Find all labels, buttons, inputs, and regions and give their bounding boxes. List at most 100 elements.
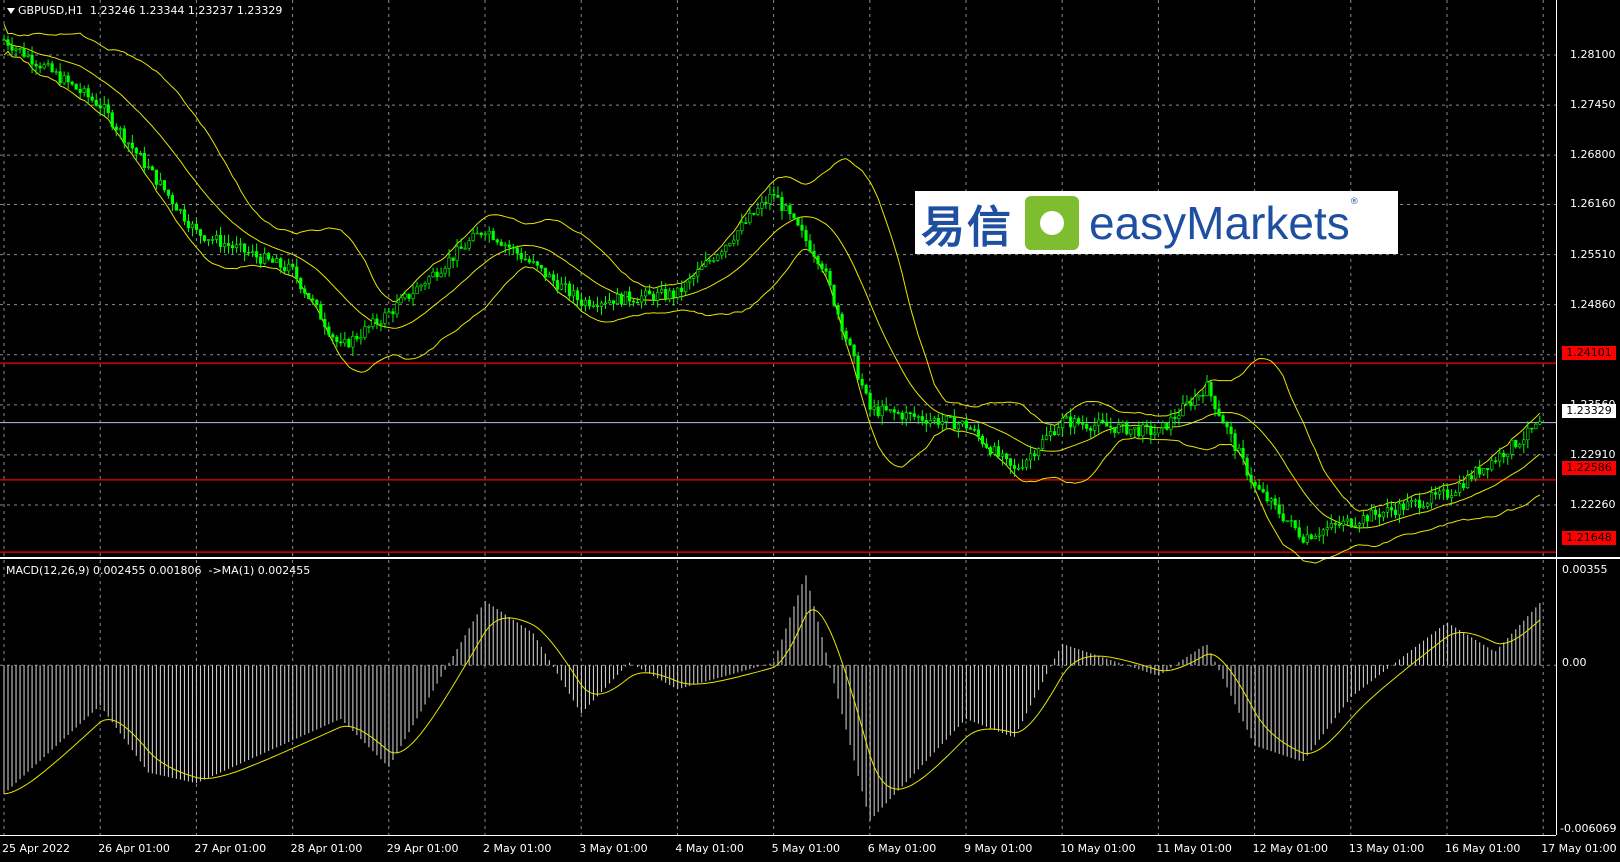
candle-body bbox=[230, 245, 235, 249]
candle-body bbox=[1177, 415, 1181, 419]
candle-body bbox=[1105, 421, 1109, 427]
candle-body bbox=[712, 260, 716, 262]
candle-body bbox=[1117, 424, 1121, 433]
candle-body bbox=[1057, 427, 1061, 436]
candle-body bbox=[828, 271, 832, 286]
candle-body bbox=[623, 291, 628, 305]
candle-body bbox=[170, 195, 175, 205]
candle-body bbox=[792, 213, 796, 219]
current-price-tag: 1.23329 bbox=[1562, 404, 1616, 418]
price-chart[interactable] bbox=[0, 0, 1620, 862]
candle-body bbox=[355, 335, 359, 340]
candle-body bbox=[311, 298, 315, 301]
candle-body bbox=[415, 286, 419, 294]
candle-body bbox=[740, 222, 744, 232]
candle-body bbox=[1433, 492, 1438, 495]
candle-body bbox=[956, 423, 960, 430]
candle-body bbox=[824, 268, 828, 272]
candle-body bbox=[118, 128, 122, 131]
candle-body bbox=[347, 339, 351, 348]
candle-body bbox=[1221, 415, 1225, 424]
candle-body bbox=[1229, 426, 1233, 434]
candle-body bbox=[1454, 492, 1458, 496]
candle-body bbox=[130, 142, 134, 149]
candle-body bbox=[38, 65, 42, 69]
candle-body bbox=[515, 247, 519, 254]
candle-body bbox=[1165, 422, 1169, 430]
candle-body bbox=[744, 222, 748, 224]
candle-body bbox=[202, 235, 207, 241]
time-axis-label: 12 May 01:00 bbox=[1252, 842, 1329, 855]
candle-body bbox=[383, 312, 387, 324]
candle-body bbox=[495, 239, 499, 243]
candle-body bbox=[1494, 460, 1498, 463]
candle-body bbox=[1341, 520, 1345, 526]
candle-body bbox=[988, 447, 993, 455]
price-axis-label: 1.26160 bbox=[1570, 197, 1616, 211]
candle-body bbox=[443, 268, 447, 274]
candle-body bbox=[676, 287, 680, 298]
candle-body bbox=[1089, 428, 1093, 431]
price-axis-label: 1.26800 bbox=[1570, 148, 1616, 162]
candle-body bbox=[66, 75, 70, 83]
candle-body bbox=[1337, 523, 1341, 526]
candle-body bbox=[110, 112, 114, 128]
candle-body bbox=[251, 251, 255, 253]
macd-axis-zero: 0.00 bbox=[1562, 656, 1587, 669]
candle-body bbox=[652, 293, 656, 301]
candle-body bbox=[343, 339, 347, 344]
candle-body bbox=[523, 258, 527, 261]
candle-body bbox=[1349, 518, 1353, 527]
candle-body bbox=[74, 83, 78, 90]
time-axis-label: 13 May 01:00 bbox=[1348, 842, 1425, 855]
candle-body bbox=[1125, 422, 1129, 435]
candle-body bbox=[924, 420, 928, 424]
candle-body bbox=[1429, 492, 1434, 504]
candle-body bbox=[1133, 427, 1137, 430]
candle-body bbox=[451, 257, 455, 261]
candle-body bbox=[34, 63, 38, 67]
candle-body bbox=[579, 299, 584, 306]
candle-body bbox=[808, 240, 812, 252]
price-candles bbox=[2, 34, 1542, 545]
candle-body bbox=[1530, 427, 1534, 430]
candle-body bbox=[307, 292, 311, 300]
candle-body bbox=[1317, 534, 1321, 537]
candle-body bbox=[259, 256, 263, 264]
candle-body bbox=[58, 71, 62, 84]
candle-body bbox=[1129, 428, 1133, 435]
candle-body bbox=[1437, 490, 1442, 495]
candle-body bbox=[547, 274, 551, 278]
candle-body bbox=[1329, 523, 1333, 528]
candle-body bbox=[1369, 509, 1374, 522]
candle-body bbox=[607, 300, 612, 304]
candle-body bbox=[952, 416, 956, 430]
candle-body bbox=[519, 253, 523, 260]
candle-body bbox=[595, 305, 600, 307]
time-axis-label: 11 May 01:00 bbox=[1156, 842, 1232, 855]
candle-body bbox=[455, 246, 459, 261]
candle-body bbox=[186, 220, 191, 229]
collapse-arrow-icon[interactable] bbox=[7, 8, 15, 14]
candle-body bbox=[1470, 475, 1474, 480]
candle-body bbox=[1538, 421, 1542, 425]
candle-body bbox=[182, 209, 187, 222]
candle-body bbox=[379, 323, 383, 325]
candle-body bbox=[876, 406, 880, 417]
candle-body bbox=[892, 409, 896, 413]
candle-body bbox=[555, 280, 559, 290]
candle-body bbox=[980, 435, 985, 445]
candle-body bbox=[1061, 417, 1065, 429]
level-tag-2: 1.22586 bbox=[1562, 461, 1616, 475]
candle-body bbox=[1225, 422, 1229, 428]
candle-body bbox=[1149, 425, 1153, 436]
candle-body bbox=[603, 302, 608, 305]
candle-body bbox=[1345, 518, 1349, 522]
candle-body bbox=[90, 96, 94, 101]
level-tag-3: 1.21648 bbox=[1562, 531, 1616, 545]
candle-body bbox=[567, 283, 572, 297]
candle-body bbox=[656, 291, 660, 301]
candle-body bbox=[491, 230, 495, 240]
candle-body bbox=[728, 242, 732, 246]
candle-body bbox=[1401, 503, 1406, 510]
